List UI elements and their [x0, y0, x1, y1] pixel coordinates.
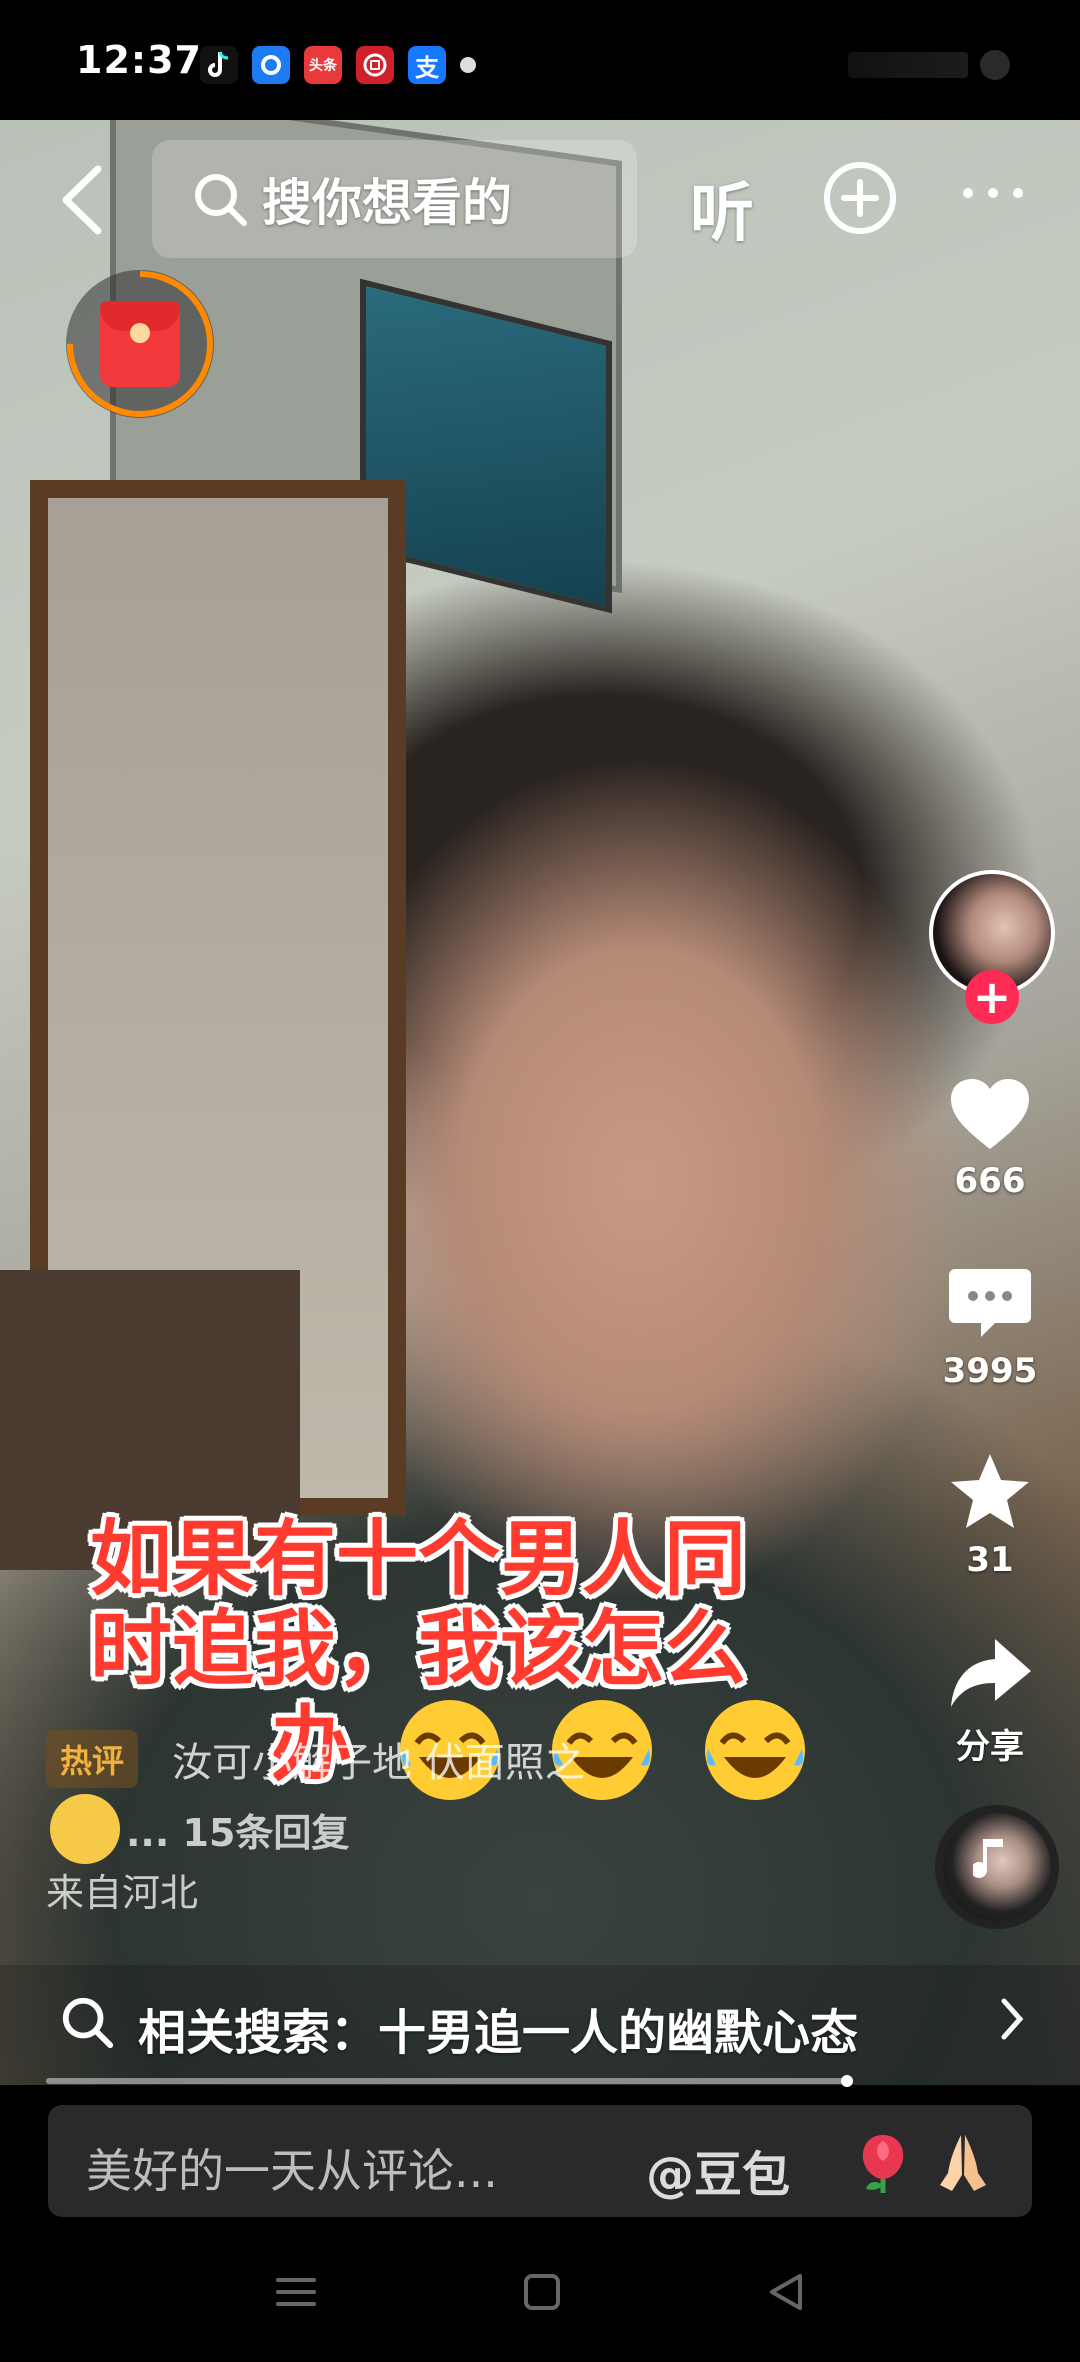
- rose-emoji-icon[interactable]: [848, 2127, 918, 2197]
- like-count: 666: [954, 1161, 1026, 1201]
- pray-hands-emoji-icon[interactable]: [928, 2127, 998, 2197]
- chevron-right-icon: [1001, 1998, 1024, 2040]
- red-packet-widget[interactable]: [66, 270, 214, 418]
- commenter-avatar: [50, 1794, 120, 1864]
- search-input[interactable]: 搜你想看的: [152, 140, 637, 258]
- add-circle-button[interactable]: [822, 160, 898, 236]
- status-time: 12:37: [76, 38, 202, 82]
- caption-line-1: 如果有十个男人同: [90, 1512, 747, 1607]
- status-bar: 12:37 头条 支: [0, 0, 1080, 120]
- search-icon: [195, 174, 247, 226]
- tiktok-icon: [200, 46, 238, 84]
- bank-icon: [356, 46, 394, 84]
- heart-icon: [951, 1079, 1029, 1149]
- caption-line-2: 时追我，我该怎么: [90, 1602, 747, 1697]
- related-search-bar[interactable]: 相关搜索：十男追一人的幽默心态: [0, 1965, 1080, 2085]
- music-note-icon: [973, 1839, 1003, 1878]
- listen-button[interactable]: 听: [690, 162, 754, 254]
- more-dots-icon: [963, 188, 1023, 198]
- comment-input[interactable]: 美好的一天从评论... @豆包: [48, 2105, 1032, 2217]
- comment-count: 3995: [942, 1351, 1038, 1391]
- search-placeholder: 搜你想看的: [262, 174, 512, 232]
- like-button[interactable]: 666: [925, 1075, 1055, 1201]
- progress-knob[interactable]: [841, 2075, 853, 2087]
- notification-dot-icon: [460, 57, 476, 73]
- comment-location: 来自河北: [46, 1871, 199, 1915]
- search-icon: [62, 1997, 114, 2049]
- music-disc[interactable]: [935, 1805, 1059, 1929]
- system-navigation-bar: [0, 2217, 1080, 2362]
- follow-button[interactable]: +: [965, 970, 1019, 1024]
- comment-placeholder: 美好的一天从评论...: [86, 2144, 498, 2198]
- signal-icon: [848, 52, 968, 78]
- home-square-icon[interactable]: [512, 2262, 572, 2322]
- menu-icon[interactable]: [266, 2262, 326, 2322]
- reply-count: ... 15条回复: [126, 1811, 350, 1855]
- mention-doubao-button[interactable]: @豆包: [646, 2135, 790, 2205]
- back-button[interactable]: [52, 165, 112, 235]
- red-envelope-icon: [100, 301, 180, 387]
- status-app-icons: 头条 支: [200, 46, 476, 84]
- alipay-icon: 支: [408, 46, 446, 84]
- battery-icon: [980, 50, 1010, 80]
- toutiao-icon: 头条: [304, 46, 342, 84]
- status-indicators: [848, 50, 1010, 80]
- hot-comment-badge: 热评: [46, 1730, 139, 1788]
- video-progress-bar[interactable]: [46, 2075, 853, 2087]
- comment-bubble-icon: [949, 1269, 1031, 1337]
- chevron-left-icon: [62, 165, 102, 235]
- blue-app-icon: [252, 46, 290, 84]
- share-arrow-icon: [951, 1639, 1031, 1707]
- hot-comment-text: 汝可小解子地 伏面照之: [172, 1740, 585, 1786]
- hot-comment[interactable]: 热评 汝可小解子地 伏面照之 ... 15条回复 来自河北: [46, 1730, 886, 1915]
- star-icon: [951, 1454, 1029, 1528]
- top-bar: 搜你想看的 听: [0, 140, 1080, 260]
- comment-button[interactable]: 3995: [925, 1265, 1055, 1391]
- back-triangle-icon[interactable]: [756, 2262, 816, 2322]
- related-search-text: 相关搜索：十男追一人的幽默心态: [138, 2005, 859, 2061]
- more-options-button[interactable]: [958, 170, 1028, 220]
